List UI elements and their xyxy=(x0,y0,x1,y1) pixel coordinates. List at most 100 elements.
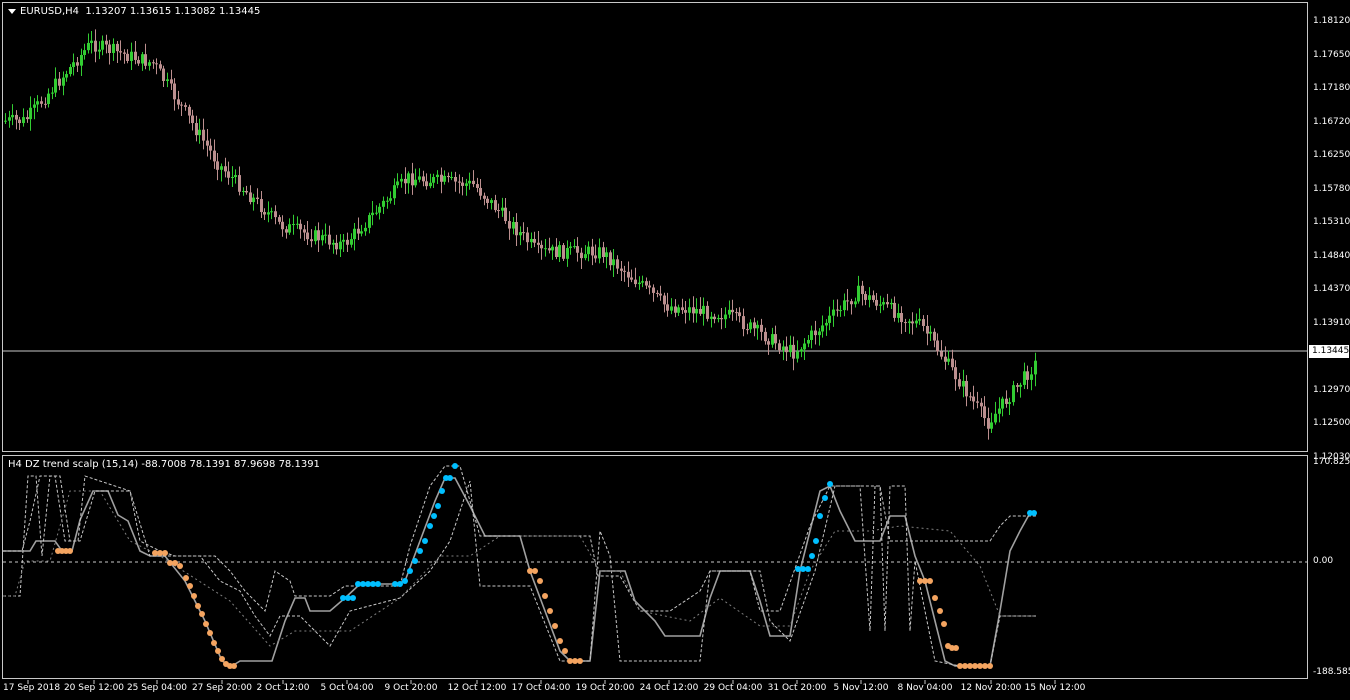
candle-body xyxy=(238,175,241,192)
time-axis-label: 9 Oct 20:00 xyxy=(384,683,438,693)
candle-body xyxy=(746,329,749,331)
candle-body xyxy=(818,331,821,336)
candle-body xyxy=(609,252,612,266)
indicator-axis-bottom: -188.5852 xyxy=(1313,667,1350,677)
candle-body xyxy=(576,246,579,253)
candle-body xyxy=(483,195,486,199)
indicator-dot xyxy=(813,538,819,544)
candle-body xyxy=(198,129,201,136)
candle-body xyxy=(54,78,57,93)
candle-body xyxy=(1026,371,1029,380)
candle-body xyxy=(209,145,212,151)
candle-body xyxy=(346,239,349,245)
candle-body xyxy=(605,252,608,257)
candle-body xyxy=(242,190,245,192)
candle-body xyxy=(202,129,205,141)
candle-body xyxy=(188,106,191,116)
candle-body xyxy=(893,302,896,318)
candle-body xyxy=(472,180,475,185)
candle-body xyxy=(62,77,65,86)
indicator-dot xyxy=(827,481,833,487)
candle-body xyxy=(76,62,79,66)
indicator-dot xyxy=(199,611,205,617)
candle-body xyxy=(627,271,630,278)
indicator-dot xyxy=(350,595,356,601)
indicator-dot xyxy=(932,595,938,601)
candle-body xyxy=(836,309,839,311)
candle-body xyxy=(717,318,720,320)
candle-body xyxy=(947,358,950,362)
candle-body xyxy=(526,232,529,243)
candle-body xyxy=(105,40,108,45)
candle-body xyxy=(728,309,731,315)
candle-body xyxy=(1012,385,1015,403)
indicator-dot xyxy=(562,648,568,654)
candle-body xyxy=(476,184,479,188)
candle-body xyxy=(22,117,25,124)
candle-body xyxy=(180,104,183,106)
indicator-dot xyxy=(452,463,458,469)
indicator-dot xyxy=(412,558,418,564)
candle-body xyxy=(666,304,669,311)
indicator-dot xyxy=(805,566,811,572)
indicator-axis-zero: 0.00 xyxy=(1313,556,1334,566)
candle-body xyxy=(684,310,687,313)
indicator-dot xyxy=(211,640,217,646)
candle-body xyxy=(778,343,781,351)
candle-body xyxy=(810,330,813,340)
candle-body xyxy=(350,239,353,245)
candle-body xyxy=(317,230,320,241)
candle-body xyxy=(69,67,72,75)
price-axis-label: 1.12970 xyxy=(1313,384,1350,395)
candle-body xyxy=(443,175,446,182)
candle-body xyxy=(702,305,705,314)
indicator-dot xyxy=(552,623,558,629)
time-axis-label: 25 Sep 04:00 xyxy=(126,683,188,693)
indicator-dot xyxy=(439,488,445,494)
indicator-dot xyxy=(1031,510,1037,516)
candle-body xyxy=(1016,385,1019,387)
candle-body xyxy=(598,247,601,259)
candle-body xyxy=(771,334,774,345)
candle-body xyxy=(756,324,759,329)
candle-body xyxy=(558,245,561,257)
time-axis-label: 19 Oct 20:00 xyxy=(575,683,635,693)
candle-body xyxy=(857,285,860,302)
candle-body xyxy=(843,300,846,311)
candle-body xyxy=(249,192,252,203)
candle-body xyxy=(602,247,605,257)
candle-body xyxy=(800,349,803,352)
candle-body xyxy=(479,187,482,196)
candle-body xyxy=(922,319,925,326)
current-price-tag: 1.13445 xyxy=(1309,345,1349,358)
candle-body xyxy=(206,140,209,146)
candle-body xyxy=(83,50,86,55)
indicator-dot xyxy=(191,593,197,599)
candle-body xyxy=(461,182,464,186)
candle-body xyxy=(303,229,306,233)
candle-body xyxy=(267,212,270,215)
candle-body xyxy=(440,174,443,182)
candle-body xyxy=(382,200,385,207)
indicator-dot xyxy=(427,523,433,529)
candle-body xyxy=(638,282,641,285)
candle-body xyxy=(58,78,61,86)
candle-body xyxy=(306,232,309,240)
candle-body xyxy=(670,306,673,311)
indicator-dot xyxy=(542,593,548,599)
candle-body xyxy=(710,316,713,319)
chart-canvas xyxy=(3,29,1307,684)
candle-body xyxy=(954,367,957,380)
indicator-dot xyxy=(941,621,947,627)
candle-body xyxy=(882,302,885,305)
time-axis-label: 15 Nov 12:00 xyxy=(1024,683,1086,693)
candle-body xyxy=(501,207,504,211)
candle-body xyxy=(432,177,435,183)
price-axis-label: 1.17180 xyxy=(1313,83,1350,93)
candle-body xyxy=(51,92,54,94)
indicator-dot xyxy=(809,553,815,559)
candle-body xyxy=(620,268,623,271)
candle-body xyxy=(656,292,659,294)
candle-body xyxy=(134,51,137,60)
candle-body xyxy=(368,215,371,228)
